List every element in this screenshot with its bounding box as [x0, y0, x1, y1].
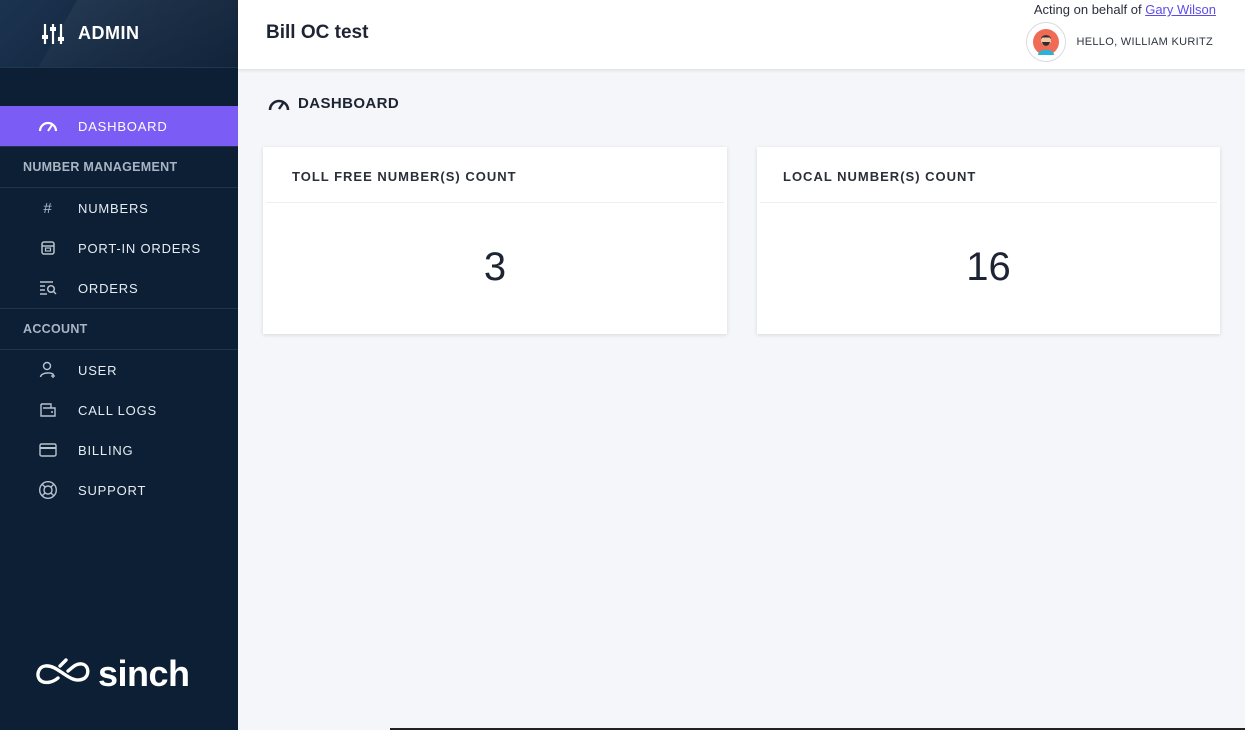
sidebar: ADMIN DASHBOARD NUMBER MANAGEMENT # NUMB…: [0, 0, 238, 730]
sidebar-item-numbers[interactable]: # NUMBERS: [0, 188, 238, 228]
sidebar-item-orders[interactable]: ORDERS: [0, 268, 238, 308]
sidebar-item-label: USER: [78, 362, 118, 378]
speedometer-icon: [38, 116, 58, 136]
sidebar-item-label: PORT-IN ORDERS: [78, 240, 201, 256]
sidebar-item-label: BILLING: [78, 442, 134, 458]
sinch-logo: sinch: [36, 654, 190, 693]
local-count-card: LOCAL NUMBER(S) COUNT 16: [757, 147, 1220, 334]
avatar[interactable]: [1025, 22, 1066, 62]
speedometer-icon: [268, 96, 290, 112]
section-number-management: NUMBER MANAGEMENT: [0, 146, 238, 188]
card-value: 3: [483, 244, 507, 289]
section-title-label: DASHBOARD: [298, 95, 400, 112]
sidebar-item-call-logs[interactable]: CALL LOGS: [0, 390, 238, 430]
acting-user-link[interactable]: Gary Wilson: [1145, 2, 1216, 17]
sidebar-item-label: SUPPORT: [78, 482, 147, 498]
credit-card-icon: [38, 440, 58, 460]
card-title: TOLL FREE NUMBER(S) COUNT: [266, 147, 724, 203]
sidebar-item-label: NUMBERS: [78, 200, 149, 216]
top-header: Bill OC test Acting on behalf of Gary Wi…: [238, 0, 1245, 70]
brand-title: ADMIN: [78, 23, 140, 43]
section-title: DASHBOARD: [268, 95, 399, 112]
toll-free-count-card: TOLL FREE NUMBER(S) COUNT 3: [263, 147, 727, 334]
sinch-wordmark: sinch: [98, 652, 190, 694]
user-greeting: HELLO, WILLIAM KURITZ: [1076, 36, 1213, 48]
sidebar-nav: DASHBOARD NUMBER MANAGEMENT # NUMBERS PO…: [0, 106, 238, 510]
acting-on-behalf: Acting on behalf of Gary Wilson: [1034, 2, 1216, 17]
sidebar-item-user[interactable]: USER: [0, 350, 238, 390]
sidebar-item-billing[interactable]: BILLING: [0, 430, 238, 470]
sidebar-item-label: CALL LOGS: [78, 402, 157, 418]
lifebuoy-icon: [38, 480, 58, 500]
sinch-mark-icon: [36, 654, 92, 693]
sidebar-item-support[interactable]: SUPPORT: [0, 470, 238, 510]
sidebar-item-label: DASHBOARD: [78, 118, 168, 134]
user-add-icon: [38, 360, 58, 380]
list-search-icon: [38, 278, 58, 298]
sliders-icon: [42, 22, 64, 46]
section-account: ACCOUNT: [0, 308, 238, 350]
sidebar-item-label: ORDERS: [78, 280, 139, 296]
acting-prefix: Acting on behalf of: [1033, 2, 1142, 17]
brand-header: ADMIN: [0, 0, 238, 68]
user-menu[interactable]: HELLO, WILLIAM KURITZ: [1025, 22, 1214, 62]
card-title: LOCAL NUMBER(S) COUNT: [760, 147, 1217, 203]
page-title: Bill OC test: [266, 22, 369, 43]
card-value: 16: [966, 244, 1011, 289]
sidebar-item-dashboard[interactable]: DASHBOARD: [0, 106, 238, 146]
wallet-icon: [38, 400, 58, 420]
sidebar-item-port-in-orders[interactable]: PORT-IN ORDERS: [0, 228, 238, 268]
inbox-icon: [38, 238, 58, 258]
hash-icon: #: [43, 199, 53, 217]
